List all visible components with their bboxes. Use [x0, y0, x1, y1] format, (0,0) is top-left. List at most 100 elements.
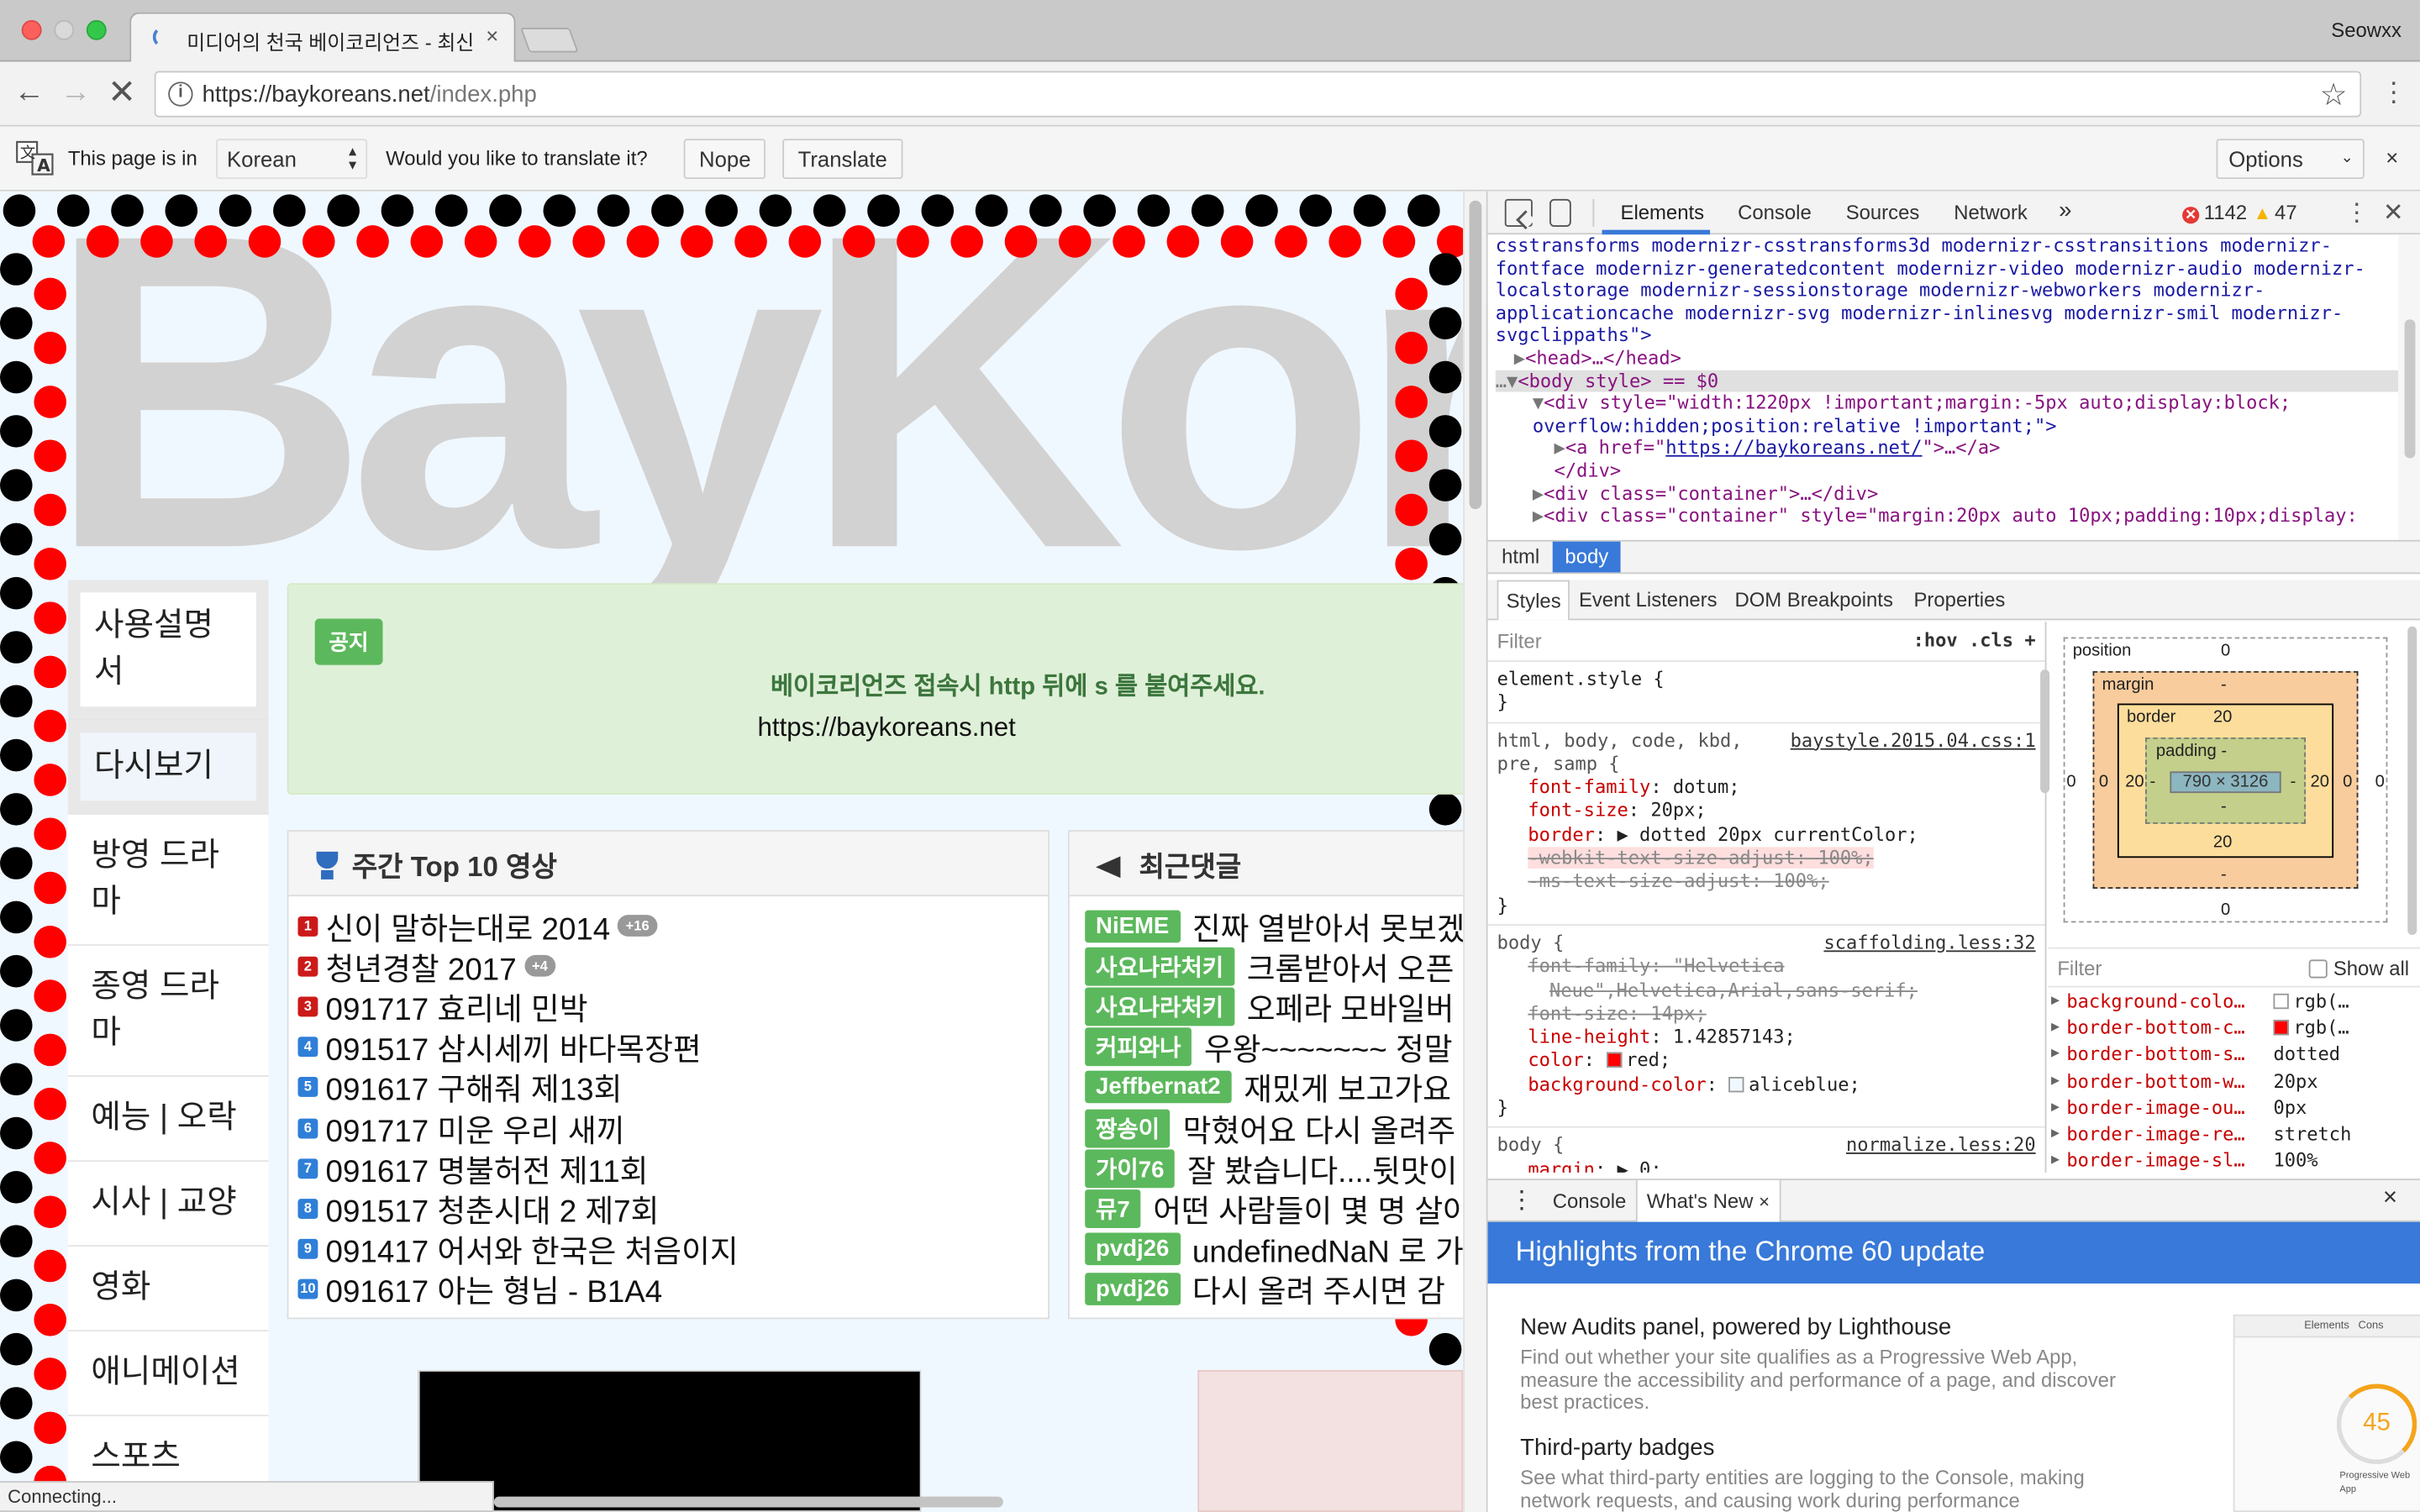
border-bottom-value[interactable]: 20	[2213, 833, 2232, 852]
comment-item[interactable]: 사요나라처키 오페라 모바일버	[1085, 986, 1469, 1027]
sidebar-item-manual[interactable]: 사용설명서	[67, 580, 269, 721]
computed-property-row[interactable]: ▶ border-image-re… stretch	[2048, 1121, 2396, 1148]
site-info-icon[interactable]: i	[168, 81, 193, 107]
expand-triangle-icon[interactable]: ▶	[1555, 437, 1565, 459]
browser-tab-active[interactable]: 미디어의 천국 베이코리언즈 - 최신 드 ×	[129, 12, 516, 64]
image-thumbnail[interactable]	[1197, 1369, 1464, 1512]
drawer-close-icon[interactable]: ×	[2383, 1185, 2397, 1213]
color-swatch-icon[interactable]	[1728, 1076, 1744, 1092]
page-scroll-thumb[interactable]	[1469, 200, 1482, 510]
expand-triangle-icon[interactable]: ▶	[2051, 989, 2060, 1016]
new-tab-button[interactable]	[520, 28, 579, 53]
notice-link[interactable]: https://baykoreans.net	[288, 713, 1484, 744]
top10-item[interactable]: 10 091617 아는 형님 - B1A4	[297, 1269, 1039, 1310]
sidebar-item-movies[interactable]: 영화	[67, 1247, 269, 1332]
margin-top-value[interactable]: -	[2221, 675, 2227, 694]
expand-triangle-icon[interactable]: ▶	[2051, 1121, 2060, 1148]
show-all-checkbox[interactable]: Show all	[2308, 957, 2409, 979]
border-top-value[interactable]: 20	[2213, 708, 2232, 727]
sidebar-item-animation[interactable]: 애니메이션	[67, 1331, 269, 1417]
style-tools[interactable]: :hov .cls +	[1913, 629, 2036, 651]
tab-console[interactable]: Console	[1738, 201, 1812, 224]
devtools-close-icon[interactable]: ✕	[2383, 197, 2404, 228]
comment-item[interactable]: 커피와나 우왕~~~~~~~ 정말	[1085, 1026, 1469, 1068]
padding-right-value[interactable]: -	[2291, 773, 2296, 791]
comment-user-badge[interactable]: Jeffbernat2	[1085, 1071, 1232, 1104]
comment-user-badge[interactable]: 뮤7	[1085, 1189, 1141, 1228]
rule-source-link[interactable]: normalize.less:20	[1846, 1135, 2036, 1158]
top10-item[interactable]: 3 091717 효리네 민박	[297, 986, 1039, 1027]
dom-scroll-thumb[interactable]	[2404, 319, 2416, 459]
css-property[interactable]: font-size: 20px;	[1497, 800, 2036, 823]
profile-name[interactable]: Seowxx	[2331, 18, 2402, 42]
dom-line-anchor[interactable]: ▶<a href="https://baykoreans.net/">…</a>	[1496, 437, 2398, 459]
page-horizontal-scroll-thumb[interactable]	[493, 1496, 1003, 1508]
comment-user-badge[interactable]: NiEME	[1085, 909, 1181, 942]
sidebar-item-airing-drama[interactable]: 방영 드라마	[67, 814, 269, 946]
top10-item[interactable]: 7 091617 명불허전 제11회	[297, 1148, 1039, 1189]
expand-triangle-icon[interactable]: ▶	[2051, 1068, 2060, 1095]
comment-user-badge[interactable]: pvdj26	[1085, 1273, 1181, 1306]
top10-item[interactable]: 4 091517 삼시세끼 바다목장편	[297, 1026, 1039, 1068]
stop-loading-icon[interactable]: ✕	[105, 75, 139, 109]
sidebar-item-entertainment[interactable]: 예능 | 오락	[67, 1077, 269, 1163]
breadcrumb-body[interactable]: body	[1552, 541, 1621, 573]
comment-item[interactable]: NiEME 진짜 열받아서 못보겠	[1085, 906, 1469, 947]
dom-line-body-selected[interactable]: …▼<body style> == $0	[1495, 370, 2399, 392]
css-property-overridden[interactable]: font-size: 14px;	[1497, 1003, 2036, 1026]
sidebar-item-ended-drama[interactable]: 종영 드라마	[67, 945, 269, 1078]
comment-item[interactable]: pvdj26 다시 올려 주시면 감	[1085, 1269, 1469, 1310]
comment-user-badge[interactable]: 사요나라처키	[1085, 987, 1235, 1026]
rule-source-link[interactable]: scaffolding.less:32	[1823, 932, 2035, 955]
top10-item[interactable]: 2 청년경찰 2017 +4	[297, 946, 1039, 987]
back-arrow-icon[interactable]: ←	[13, 76, 46, 109]
comment-item[interactable]: Jeffbernat2 재밌게 보고가요	[1085, 1068, 1469, 1108]
border-right-value[interactable]: 20	[2311, 773, 2329, 791]
close-tab-icon[interactable]: ×	[1759, 1191, 1770, 1213]
tab-close-icon[interactable]: ×	[486, 24, 498, 48]
drawer-tab-console[interactable]: Console	[1553, 1189, 1627, 1213]
top10-item[interactable]: 9 091417 어서와 한국은 처음이지	[297, 1229, 1039, 1270]
dom-line-container[interactable]: ▶<div class="container" style="margin:20…	[1496, 505, 2398, 528]
top10-item[interactable]: 1 신이 말하는대로 2014 +16	[297, 906, 1039, 947]
dom-line-div[interactable]: ▼<div style="width:1220px !important;mar…	[1496, 392, 2398, 415]
color-swatch-icon[interactable]	[1606, 1053, 1622, 1068]
browser-menu-icon[interactable]: · · ·	[2389, 68, 2398, 114]
css-property[interactable]: border: ▶ dotted 20px currentColor;	[1497, 823, 2036, 847]
comment-item[interactable]: 뮤7 어떤 사람들이 몇 명 살아	[1085, 1189, 1471, 1230]
expand-triangle-icon[interactable]: ▶	[1533, 482, 1544, 504]
tab-network[interactable]: Network	[1954, 201, 2028, 224]
close-infobar-icon[interactable]: ×	[2386, 145, 2398, 170]
comment-user-badge[interactable]: 가이76	[1085, 1148, 1176, 1188]
computed-property-row[interactable]: ▶ border-bottom-w… 20px	[2048, 1068, 2396, 1095]
comment-user-badge[interactable]: pvdj26	[1085, 1232, 1181, 1266]
margin-right-value[interactable]: 0	[2343, 773, 2352, 791]
dom-link[interactable]: https://baykoreans.net/	[1665, 437, 1922, 459]
dom-line[interactable]: overflow:hidden;position:relative !impor…	[1496, 415, 2398, 438]
expand-triangle-icon[interactable]: ▶	[2051, 1042, 2060, 1069]
top10-item[interactable]: 5 091617 구해줘 제13회	[297, 1068, 1039, 1108]
css-property-overridden[interactable]: -ms-text-size-adjust: 100%;	[1497, 871, 2036, 895]
css-property-overridden[interactable]: -webkit-text-size-adjust: 100%;	[1497, 847, 2036, 870]
dom-tree-scrollbar[interactable]	[2398, 234, 2420, 540]
comment-user-badge[interactable]: 짱송이	[1085, 1108, 1171, 1147]
comment-user-badge[interactable]: 커피와나	[1085, 1027, 1192, 1067]
computed-property-row[interactable]: ▶ border-bottom-s… dotted	[2048, 1042, 2396, 1069]
position-bottom-value[interactable]: 0	[2221, 901, 2230, 920]
checkbox-icon[interactable]	[2308, 959, 2328, 979]
comment-item[interactable]: 가이76 잘 봤습니다....뒷맛이	[1085, 1148, 1469, 1189]
collapse-triangle-icon[interactable]: ▼	[1533, 392, 1544, 414]
computed-scroll-thumb[interactable]	[2407, 626, 2417, 936]
dom-line[interactable]: csstransforms modernizr-csstransforms3d …	[1496, 234, 2398, 257]
style-rule-normalize[interactable]: body { normalize.less:20 margin: ▶ 0;	[1488, 1128, 2045, 1173]
styles-filter-input[interactable]: Filter:hov .cls +	[1487, 622, 2045, 662]
margin-left-value[interactable]: 0	[2099, 773, 2108, 791]
translate-button[interactable]: Translate	[782, 139, 903, 180]
tab-styles[interactable]: Styles	[1497, 580, 1570, 621]
expand-triangle-icon[interactable]: ▶	[1533, 505, 1544, 527]
css-property[interactable]: background-color: aliceblue;	[1497, 1074, 2036, 1097]
expand-triangle-icon[interactable]: ▶	[2051, 1148, 2060, 1175]
dom-line[interactable]: svgclippaths">	[1496, 324, 2398, 347]
forward-arrow-icon[interactable]: →	[59, 76, 92, 109]
error-warning-counter[interactable]: ✕ 1142 ▲ 47	[2182, 201, 2297, 224]
